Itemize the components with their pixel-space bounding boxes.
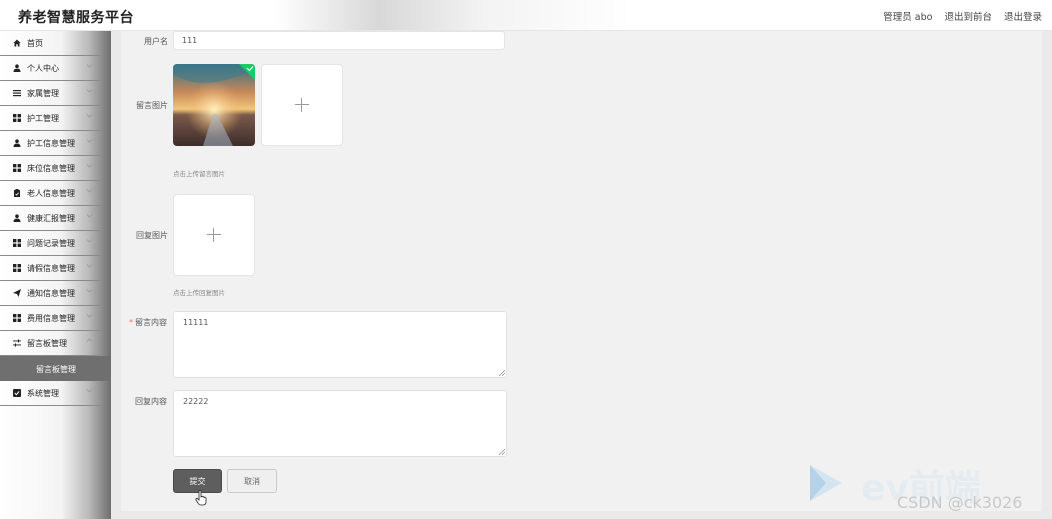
sidebar-item-menu-6[interactable]: 老人信息管理 xyxy=(0,181,100,206)
message-image-label: 留言图片 xyxy=(136,101,168,110)
sidebar-item-label: 通知信息管理 xyxy=(27,289,75,298)
message-image-upload-button[interactable] xyxy=(261,64,343,146)
message-content-label: * 留言内容 xyxy=(129,317,167,328)
sidebar-item-label: 护工信息管理 xyxy=(27,139,75,148)
sidebar-item-label: 请假信息管理 xyxy=(27,264,75,273)
header-actions: 管理员 abo 退出到前台 退出登录 xyxy=(883,9,1042,23)
username-label: 用户名 xyxy=(144,37,168,46)
sidebar-item-menu-9[interactable]: 请假信息管理 xyxy=(0,256,100,281)
resize-handle-icon[interactable] xyxy=(499,449,505,455)
watermark-csdn: CSDN @ck3026 xyxy=(897,493,1023,512)
grid-icon xyxy=(13,239,21,247)
grid-icon xyxy=(13,264,21,272)
reply-image-label: 回复图片 xyxy=(136,231,168,240)
sidebar-item-label: 床位信息管理 xyxy=(27,164,75,173)
logout-link[interactable]: 退出登录 xyxy=(1004,9,1042,23)
message-edit-form: 用户名 111 留言图片 点击上传留言图片 回复图片 点击上传回复图片 * 留言… xyxy=(121,31,1042,511)
sidebar: 首页个人中心家属管理护工管理护工信息管理 床位信息管理 老人信息管理 健康汇报管理 问题… xyxy=(0,31,111,519)
sliders-icon xyxy=(13,339,21,347)
sidebar-subitem-active[interactable]: 留言板管理 xyxy=(0,356,111,381)
username-input[interactable]: 111 xyxy=(173,31,505,50)
chevron-down-icon xyxy=(86,387,93,396)
chevron-up-icon xyxy=(86,337,93,346)
grid-icon xyxy=(13,164,21,172)
main-content: 用户名 111 留言图片 点击上传留言图片 回复图片 点击上传回复图片 * 留言… xyxy=(111,31,1052,519)
sidebar-item-menu-11[interactable]: 费用信息管理 xyxy=(0,306,100,331)
message-content-label-text: 留言内容 xyxy=(135,318,167,327)
sidebar-item-label: 老人信息管理 xyxy=(27,189,75,198)
sunset-photo-thumbnail xyxy=(173,64,255,146)
sidebar-item-menu-12[interactable]: 留言板管理 xyxy=(0,331,100,356)
sidebar-item-menu-10[interactable]: 通知信息管理 xyxy=(0,281,100,306)
sidebar-item-label: 健康汇报管理 xyxy=(27,214,75,223)
sidebar-item-label: 问题记录管理 xyxy=(27,239,75,248)
chevron-down-icon xyxy=(86,137,93,146)
message-content-textarea[interactable]: 11111 xyxy=(173,311,507,378)
sidebar-item-menu-5[interactable]: 床位信息管理 xyxy=(0,156,100,181)
sidebar-item-label: 个人中心 xyxy=(27,64,59,73)
reply-content-label: 回复内容 xyxy=(135,397,167,406)
grid-icon xyxy=(13,314,21,322)
sidebar-item-menu-7[interactable]: 健康汇报管理 xyxy=(0,206,100,231)
sidebar-item-label: 家属管理 xyxy=(27,89,59,98)
clipboard-icon xyxy=(13,189,21,197)
chevron-down-icon xyxy=(86,287,93,296)
chevron-down-icon xyxy=(86,187,93,196)
reply-content-textarea[interactable]: 22222 xyxy=(173,390,507,457)
chevron-down-icon xyxy=(86,62,93,71)
reply-image-hint: 点击上传回复图片 xyxy=(173,289,225,297)
list-icon xyxy=(13,89,21,97)
current-user-label: 管理员 abo xyxy=(883,12,933,23)
reply-content-value: 22222 xyxy=(183,397,209,406)
sidebar-item-label: 护工管理 xyxy=(27,114,59,123)
hand-cursor-icon xyxy=(195,490,207,506)
message-image-hint: 点击上传留言图片 xyxy=(173,170,225,178)
play-logo-icon xyxy=(810,465,842,501)
cancel-button[interactable]: 取消 xyxy=(227,469,277,493)
user-icon xyxy=(13,64,21,72)
sidebar-item-menu-4[interactable]: 护工信息管理 xyxy=(0,131,100,156)
resize-handle-icon[interactable] xyxy=(499,370,505,376)
send-icon xyxy=(13,289,21,297)
plus-icon xyxy=(207,228,221,242)
sidebar-item-label: 费用信息管理 xyxy=(27,314,75,323)
user-icon xyxy=(13,139,21,147)
uploaded-message-image[interactable] xyxy=(173,64,255,146)
app-title: 养老智慧服务平台 xyxy=(18,10,134,26)
sidebar-item-menu-2[interactable]: 家属管理 xyxy=(0,81,100,106)
grid-icon xyxy=(13,114,21,122)
chevron-down-icon xyxy=(86,162,93,171)
chevron-down-icon xyxy=(86,87,93,96)
home-icon xyxy=(13,39,21,47)
sidebar-item-label: 留言板管理 xyxy=(27,339,67,348)
sidebar-item-system[interactable]: 系统管理 xyxy=(0,381,100,406)
go-front-link[interactable]: 退出到前台 xyxy=(944,9,992,23)
chevron-down-icon xyxy=(86,312,93,321)
chevron-down-icon xyxy=(86,112,93,121)
checkbox-icon xyxy=(13,389,21,397)
chevron-down-icon xyxy=(86,262,93,271)
plus-icon xyxy=(295,98,309,112)
required-mark: * xyxy=(129,318,133,327)
sidebar-menu: 首页个人中心家属管理护工管理护工信息管理 床位信息管理 老人信息管理 健康汇报管理 问题… xyxy=(0,31,111,406)
sidebar-item-home[interactable]: 首页 xyxy=(0,31,100,56)
sidebar-item-menu-8[interactable]: 问题记录管理 xyxy=(0,231,100,256)
chevron-down-icon xyxy=(86,212,93,221)
user-icon xyxy=(13,214,21,222)
sidebar-item-menu-3[interactable]: 护工管理 xyxy=(0,106,100,131)
top-header: 养老智慧服务平台 管理员 abo 退出到前台 退出登录 xyxy=(0,0,1052,31)
sidebar-item-label: 首页 xyxy=(27,39,43,48)
sidebar-item-label: 系统管理 xyxy=(27,389,59,398)
sidebar-subitem-label: 留言板管理 xyxy=(36,365,76,374)
chevron-down-icon xyxy=(86,237,93,246)
message-content-value: 11111 xyxy=(183,318,209,327)
reply-image-upload-button[interactable] xyxy=(173,194,255,276)
sidebar-item-menu-1[interactable]: 个人中心 xyxy=(0,56,100,81)
